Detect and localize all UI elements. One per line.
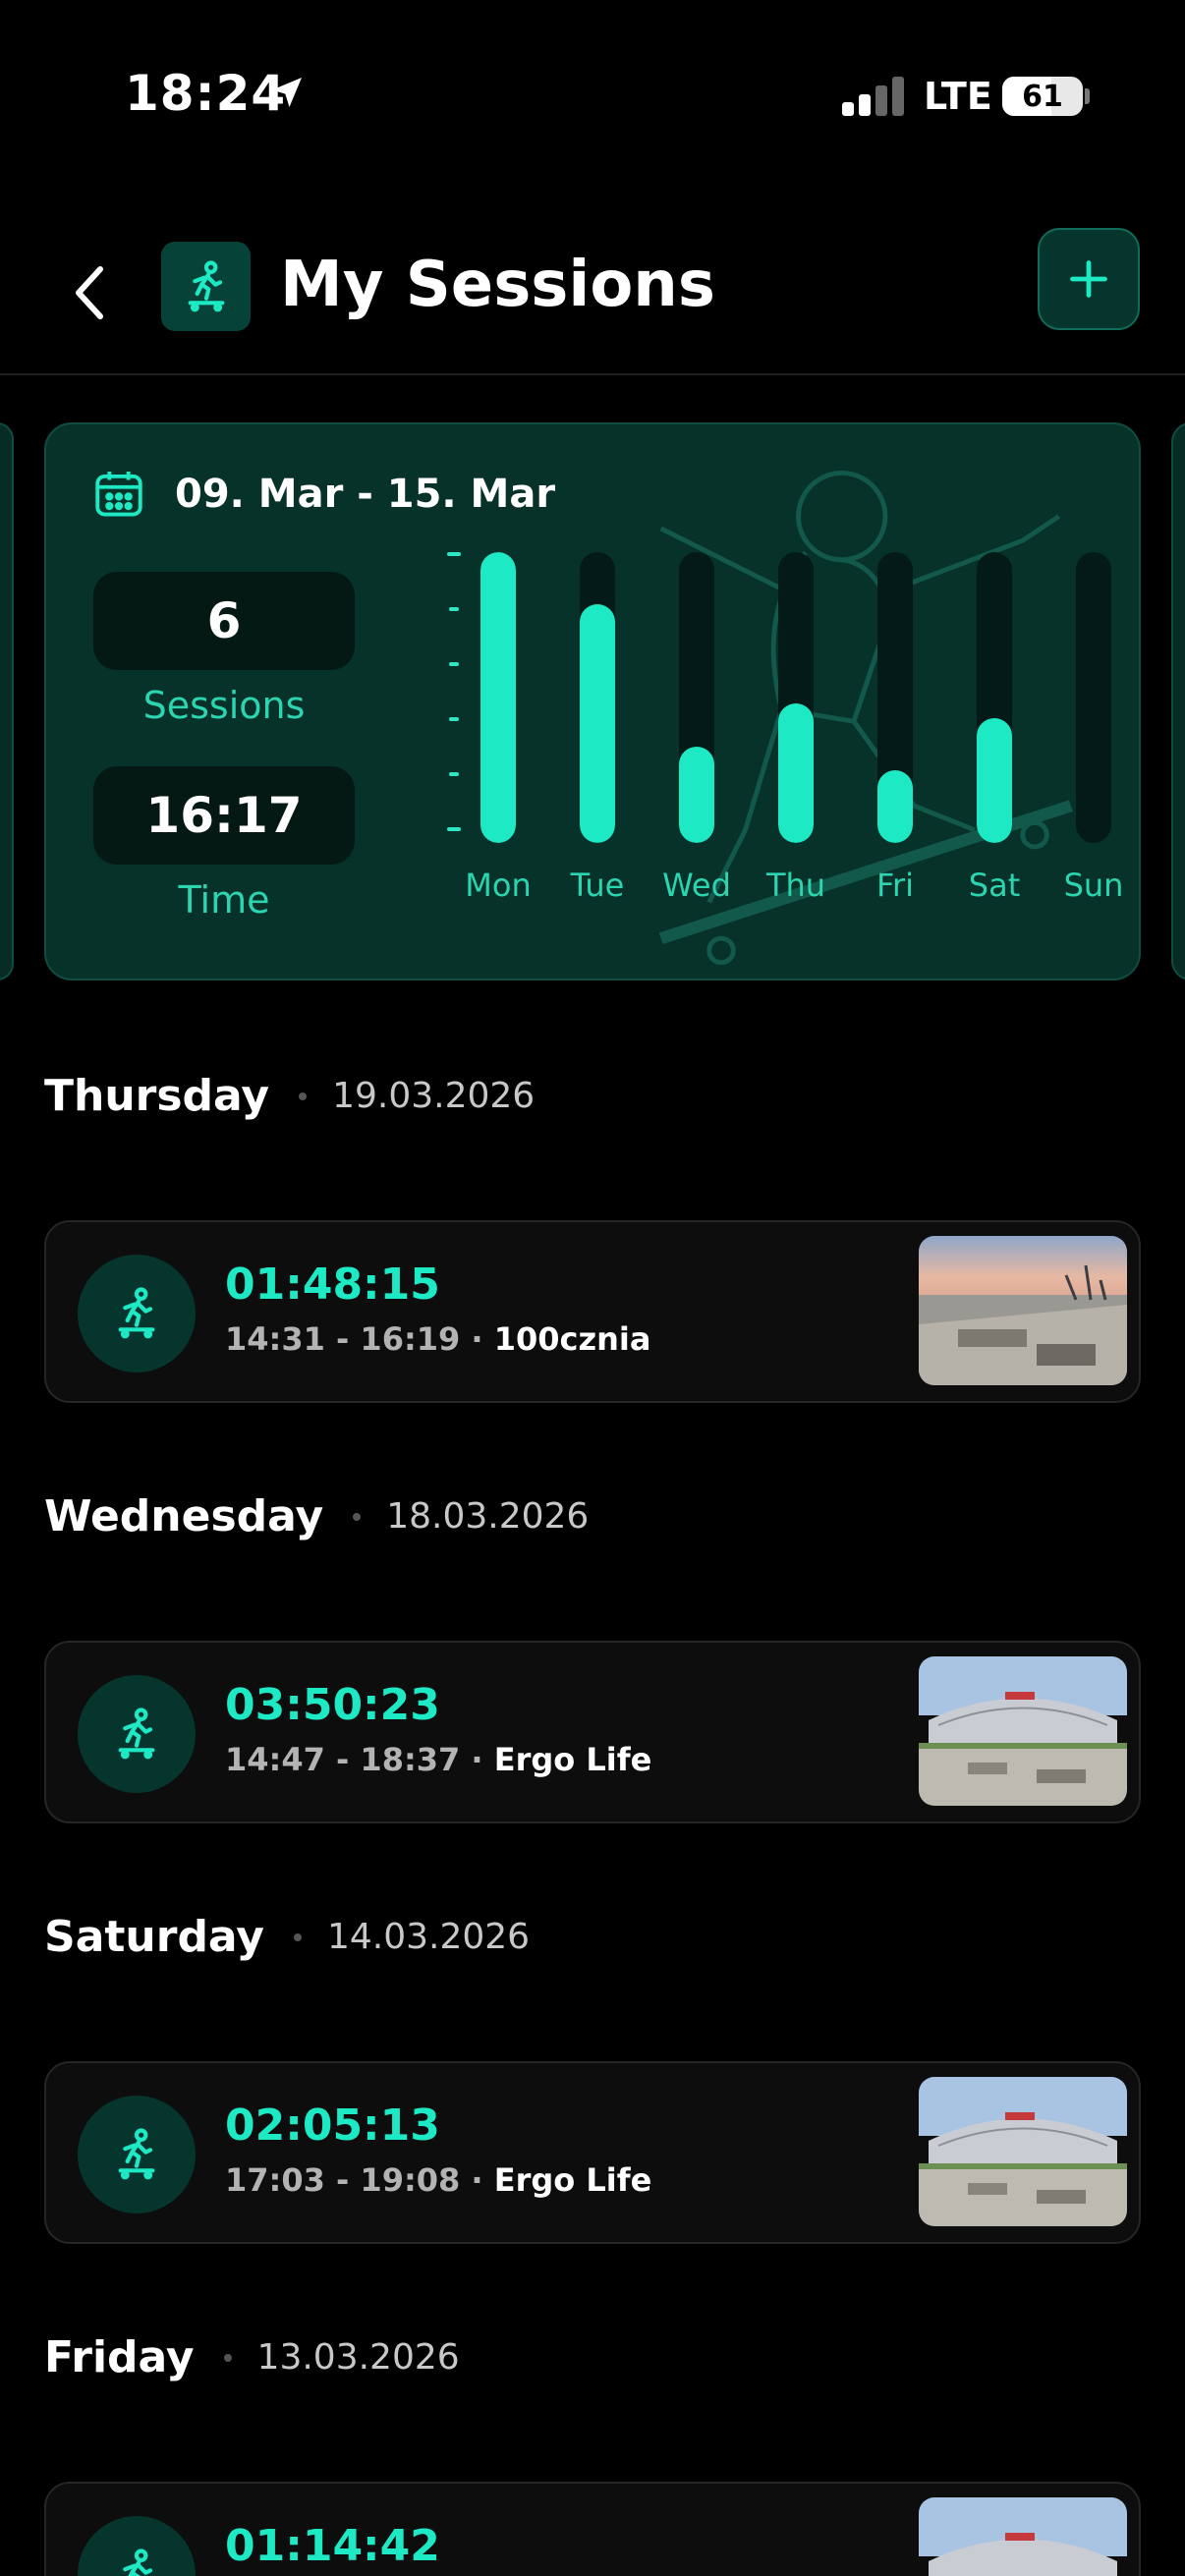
sessions-label: Sessions — [142, 684, 306, 727]
skateboarder-icon — [78, 2096, 196, 2213]
battery-icon: 61 — [1002, 77, 1083, 116]
day-header: Friday 13.03.2026 — [44, 2332, 460, 2382]
day-header: Thursday 19.03.2026 — [44, 1071, 535, 1121]
day-label-tue: Tue — [570, 867, 625, 904]
day-date: 19.03.2026 — [332, 1076, 536, 1116]
session-spot: 100cznia — [493, 1320, 651, 1358]
location-arrow-icon — [272, 78, 302, 107]
bar-fri — [877, 770, 913, 843]
bar-tue — [580, 604, 615, 843]
session-meta: 14:47 - 18:37 · Ergo Life — [225, 1741, 651, 1778]
session-card[interactable]: 03:50:23 14:47 - 18:37 · Ergo Life — [44, 1641, 1141, 1823]
header: My Sessions — [0, 216, 1185, 375]
axis-tick — [447, 552, 461, 556]
day-name: Friday — [44, 2332, 195, 2382]
session-duration: 03:50:23 — [225, 1680, 440, 1730]
day-name: Saturday — [44, 1912, 264, 1962]
bar-wed — [679, 747, 714, 843]
separator-dot — [293, 1932, 302, 1941]
next-week-card[interactable] — [1171, 422, 1185, 980]
bar-track-wed — [679, 552, 714, 843]
add-session-button[interactable] — [1038, 228, 1140, 330]
day-date: 18.03.2026 — [386, 1496, 590, 1537]
session-card[interactable]: 01:48:15 14:31 - 16:19 · 100cznia — [44, 1220, 1141, 1403]
total-time: 16:17 — [93, 766, 355, 865]
bar-sat — [977, 717, 1012, 843]
day-date: 14.03.2026 — [326, 1917, 531, 1957]
day-date: 13.03.2026 — [256, 2337, 460, 2378]
signal-bars-icon — [842, 77, 904, 116]
session-duration: 02:05:13 — [225, 2100, 440, 2151]
week-summary-card[interactable]: 09. Mar - 15. Mar 6 Sessions 16:17 Time … — [44, 422, 1141, 980]
session-duration: 01:14:42 — [225, 2521, 440, 2571]
session-meta: 17:03 - 19:08 · Ergo Life — [225, 2161, 651, 2199]
day-label-mon: Mon — [465, 867, 532, 904]
session-spot: Ergo Life — [493, 2161, 652, 2199]
calendar-icon — [95, 472, 142, 517]
bar-track-sat — [977, 552, 1012, 843]
skateboarder-icon — [161, 242, 251, 331]
previous-week-card[interactable] — [0, 422, 14, 980]
bar-mon — [480, 552, 516, 843]
screen: 18:24 LTE 61 My Sessions 09. Mar - 15. M… — [0, 0, 1185, 2576]
status-bar: 18:24 LTE 61 — [0, 0, 1185, 196]
session-spot: Ergo Life — [493, 1741, 652, 1778]
axis-tick — [449, 717, 459, 721]
spot-thumbnail[interactable] — [919, 2077, 1127, 2226]
skateboarder-icon — [78, 1675, 196, 1793]
axis-tick — [449, 662, 459, 666]
day-label-wed: Wed — [662, 867, 731, 904]
bar-track-tue — [580, 552, 615, 843]
weekly-bar-chart: Mon Tue Wed Thu Fri Sat Sun — [400, 542, 1127, 955]
bar-track-fri — [877, 552, 913, 843]
day-label-thu: Thu — [765, 867, 826, 904]
separator-dot — [299, 1092, 308, 1100]
session-card[interactable]: 02:05:13 17:03 - 19:08 · Ergo Life — [44, 2061, 1141, 2244]
page-title: My Sessions — [280, 249, 715, 321]
date-range: 09. Mar - 15. Mar — [90, 466, 555, 523]
session-duration: 01:48:15 — [225, 1260, 440, 1310]
day-header: Wednesday 18.03.2026 — [44, 1491, 589, 1541]
axis-tick — [447, 827, 461, 831]
day-label-fri: Fri — [875, 867, 915, 904]
separator-dot — [353, 1512, 362, 1521]
axis-tick — [449, 772, 459, 776]
skateboarder-icon — [78, 2516, 196, 2576]
bar-thu — [778, 702, 814, 843]
session-meta: 14:31 - 16:19 · 100cznia — [225, 1320, 650, 1358]
plus-icon — [1070, 260, 1107, 298]
time-label: Time — [178, 878, 270, 922]
session-time-range: 14:47 - 18:37 · — [225, 1741, 494, 1778]
network-type: LTE — [924, 75, 992, 118]
spot-thumbnail[interactable] — [919, 2497, 1127, 2576]
axis-tick — [449, 607, 459, 611]
separator-dot — [223, 2353, 232, 2362]
day-name: Thursday — [44, 1071, 270, 1121]
back-button[interactable] — [61, 253, 120, 332]
day-name: Wednesday — [44, 1491, 324, 1541]
date-range-text: 09. Mar - 15. Mar — [175, 472, 556, 517]
day-header: Saturday 14.03.2026 — [44, 1912, 530, 1962]
battery-level: 61 — [1022, 79, 1063, 114]
spot-thumbnail[interactable] — [919, 1656, 1127, 1806]
spot-thumbnail[interactable] — [919, 1236, 1127, 1385]
day-label-sat: Sat — [968, 867, 1021, 904]
session-time-range: 17:03 - 19:08 · — [225, 2161, 494, 2199]
bar-track-mon — [480, 552, 516, 843]
session-card[interactable]: 01:14:42 — [44, 2482, 1141, 2576]
sessions-count: 6 — [93, 572, 355, 670]
battery-tip — [1085, 88, 1090, 104]
day-label-sun: Sun — [1063, 867, 1124, 904]
status-time: 18:24 — [125, 65, 287, 122]
skateboarder-icon — [78, 1255, 196, 1372]
chevron-left-icon — [76, 266, 103, 319]
bar-track-sun — [1076, 552, 1111, 843]
bar-track-thu — [778, 552, 814, 843]
session-time-range: 14:31 - 16:19 · — [225, 1320, 494, 1358]
